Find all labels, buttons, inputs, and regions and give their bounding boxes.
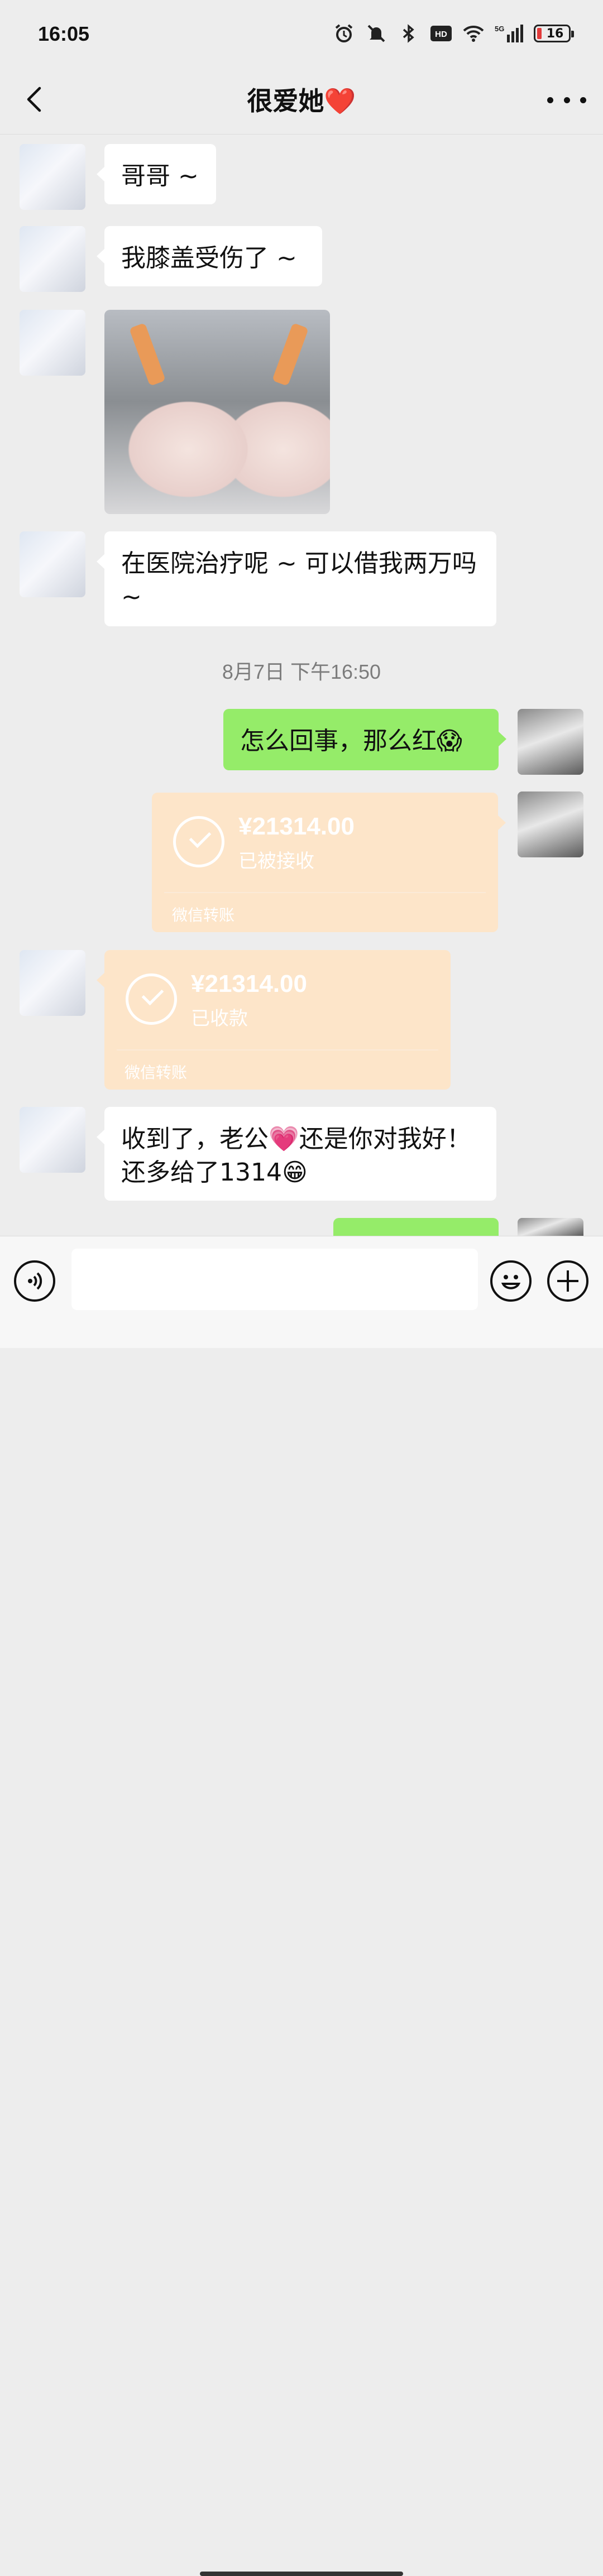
message-text: 我膝盖受伤了 ~ [121, 244, 297, 272]
input-bar [0, 1236, 603, 2576]
check-circle-icon [126, 973, 177, 1025]
wifi-icon [462, 22, 485, 45]
transfer-amount: ¥21314.00 [191, 970, 307, 997]
message-text: 怎么回事，那么红😱 [240, 727, 462, 755]
transfer-divider [117, 1049, 438, 1050]
hd-icon: HD [430, 22, 452, 45]
status-time: 16:05 [38, 22, 90, 45]
transfer-card-received[interactable]: ¥21314.00 已收款 微信转账 [97, 950, 451, 1090]
transfer-status: 已被接收 [238, 850, 314, 872]
message-bubble-her[interactable]: 我膝盖受伤了 ~ [97, 226, 322, 286]
message-bubble-her[interactable]: 哥哥 ~ [97, 144, 216, 204]
check-circle-icon [173, 816, 224, 867]
battery-level: 16 [546, 26, 564, 41]
avatar-her[interactable] [20, 226, 85, 292]
status-icons: HD 5G 16 [333, 22, 574, 45]
emoji-icon[interactable] [490, 1260, 532, 1302]
chat-title: 很爱她❤️ [0, 81, 603, 118]
message-bubble-me[interactable]: 怎么回事，那么红😱 [223, 709, 506, 770]
message-bubble-me-partial[interactable] [333, 1218, 499, 1236]
message-text: 哥哥 ~ [121, 162, 199, 190]
network-label: 5G [495, 25, 504, 33]
message-text: 收到了，老公💗还是你对我好！还多给了1314😁 [121, 1125, 471, 1187]
message-bubble-her[interactable]: 在医院治疗呢 ~ 可以借我两万吗 ~ [97, 531, 496, 626]
transfer-label: 微信转账 [125, 1063, 188, 1082]
plus-icon[interactable] [547, 1260, 588, 1302]
avatar-her[interactable] [20, 144, 85, 210]
home-indicator[interactable] [200, 2572, 403, 2576]
bluetooth-icon [398, 22, 420, 45]
message-input[interactable] [71, 1249, 478, 1310]
transfer-status: 已收款 [191, 1008, 248, 1030]
avatar-her[interactable] [20, 310, 85, 376]
avatar-me[interactable] [518, 791, 583, 857]
more-dots-icon[interactable] [547, 83, 586, 117]
message-timestamp: 8月7日 下午16:50 [222, 660, 381, 683]
chat-header: 很爱她❤️ [0, 70, 603, 135]
avatar-her[interactable] [20, 1107, 85, 1173]
avatar-her[interactable] [20, 950, 85, 1016]
avatar-me[interactable] [518, 1218, 583, 1236]
signal-icon: 5G [495, 22, 524, 45]
status-bar: 16:05 HD 5G 16 [0, 0, 603, 70]
avatar-me[interactable] [518, 709, 583, 775]
heart-emoji: ❤️ [324, 86, 356, 116]
message-text: 在医院治疗呢 ~ 可以借我两万吗 ~ [121, 549, 477, 611]
mute-icon [365, 22, 387, 45]
battery-icon: 16 [534, 25, 574, 42]
svg-text:HD: HD [435, 30, 447, 39]
contact-name: 很爱她 [247, 86, 324, 116]
alarm-icon [333, 22, 355, 45]
message-bubble-her[interactable]: 收到了，老公💗还是你对我好！还多给了1314😁 [97, 1107, 496, 1201]
transfer-amount: ¥21314.00 [238, 813, 355, 840]
avatar-her[interactable] [20, 531, 85, 597]
transfer-label: 微信转账 [172, 906, 235, 924]
image-message-knees[interactable] [104, 310, 330, 514]
voice-icon[interactable] [14, 1260, 55, 1302]
transfer-divider [164, 892, 486, 893]
transfer-card-sent[interactable]: ¥21314.00 已被接收 微信转账 [152, 793, 506, 932]
